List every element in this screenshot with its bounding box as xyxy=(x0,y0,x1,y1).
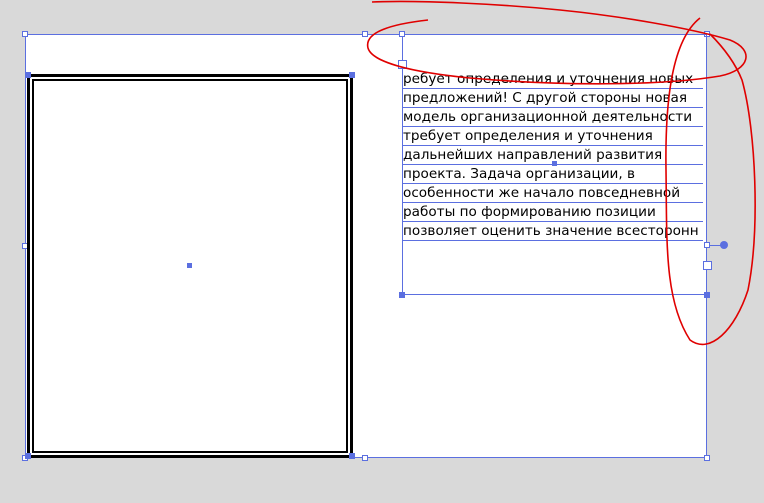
text-frame-handle-bottom-right[interactable] xyxy=(704,292,710,298)
text-frame-handle-top[interactable] xyxy=(399,31,405,37)
rectangle-handle-bottom-left[interactable] xyxy=(25,453,31,459)
artboard-handle-top-mid[interactable] xyxy=(362,31,368,37)
text-frame-handle-bottom-left[interactable] xyxy=(399,292,405,298)
text-line: работы по формированию позиции xyxy=(403,203,703,222)
text-frame-handle-right[interactable] xyxy=(704,242,710,248)
text-line: предложений! С другой стороны новая xyxy=(403,89,703,108)
artboard-handle-bottom-right[interactable] xyxy=(704,455,710,461)
rotation-handle[interactable] xyxy=(720,241,728,249)
artboard-handle-top-left[interactable] xyxy=(22,31,28,37)
rectangle-handle-bottom-right[interactable] xyxy=(349,453,355,459)
text-line: позволяет оценить значение всесторонн xyxy=(403,222,703,241)
text-line: особенности же начало повседневной xyxy=(403,184,703,203)
text-line: требует определения и уточнения xyxy=(403,127,703,146)
text-line: дальнейших направлений развития xyxy=(403,146,703,165)
artboard-handle-bottom-mid[interactable] xyxy=(362,455,368,461)
text-frame-out-port[interactable] xyxy=(703,261,712,270)
text-line: проекта. Задача организации, в xyxy=(403,165,703,184)
text-line: модель организационной деятельности xyxy=(403,108,703,127)
rectangle-handle-top-right[interactable] xyxy=(349,72,355,78)
rectangle-center-point xyxy=(187,263,192,268)
rectangle-handle-top-left[interactable] xyxy=(25,72,31,78)
text-frame-in-port[interactable] xyxy=(398,60,407,69)
text-frame-content[interactable]: ребует определения и уточнения новых пре… xyxy=(403,70,703,241)
text-line: ребует определения и уточнения новых xyxy=(403,70,703,89)
